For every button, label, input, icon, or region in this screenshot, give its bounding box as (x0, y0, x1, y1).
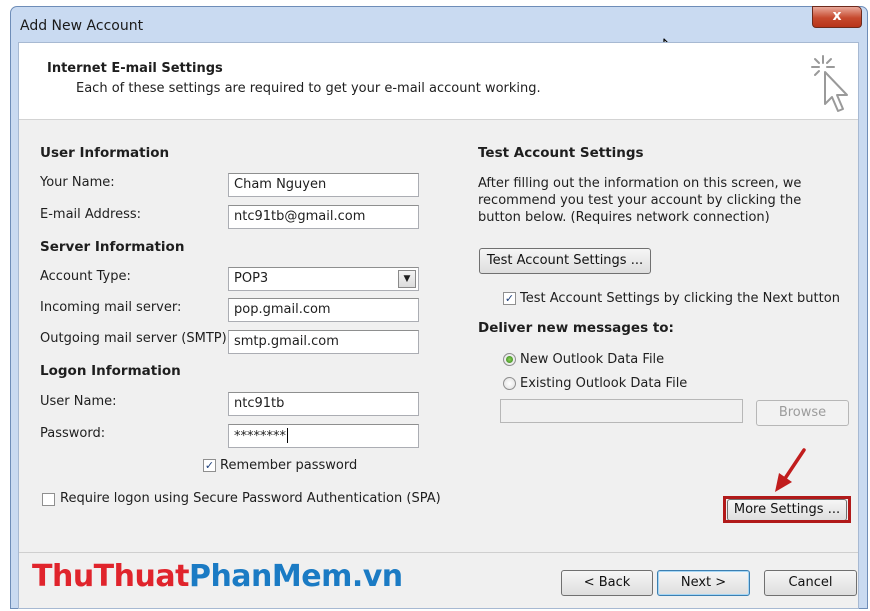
server-information-heading: Server Information (40, 239, 185, 255)
close-button[interactable]: x (812, 6, 862, 28)
password-label: Password: (40, 426, 106, 441)
existing-data-file-label[interactable]: Existing Outlook Data File (520, 376, 687, 391)
remember-password-label[interactable]: Remember password (220, 458, 357, 473)
browse-button[interactable]: Browse (756, 400, 849, 426)
new-data-file-label[interactable]: New Outlook Data File (520, 352, 664, 367)
watermark-part2: PhanMem.vn (188, 559, 403, 594)
user-name-label: User Name: (40, 394, 117, 409)
user-name-field[interactable]: ntc91tb (228, 392, 419, 416)
page-subtitle: Each of these settings are required to g… (76, 81, 541, 96)
window-title: Add New Account (20, 18, 144, 34)
email-address-label: E-mail Address: (40, 207, 142, 222)
logon-information-heading: Logon Information (40, 363, 181, 379)
footer-separator (19, 552, 858, 553)
remember-password-checkbox[interactable]: ✓ (203, 459, 216, 472)
watermark-part1: ThuThuat (32, 559, 189, 594)
password-value: ******** (234, 429, 286, 444)
test-by-next-label[interactable]: Test Account Settings by clicking the Ne… (520, 291, 840, 306)
new-data-file-radio[interactable] (503, 353, 516, 366)
spa-checkbox[interactable] (42, 493, 55, 506)
spa-label[interactable]: Require logon using Secure Password Auth… (60, 491, 441, 506)
account-type-select[interactable]: POP3 ▼ (228, 267, 419, 291)
incoming-server-label: Incoming mail server: (40, 300, 182, 315)
text-caret (287, 428, 288, 443)
your-name-label: Your Name: (40, 175, 115, 190)
watermark-logo: ThuThuatPhanMem.vn (32, 557, 403, 597)
existing-data-file-radio[interactable] (503, 377, 516, 390)
test-by-next-checkbox[interactable]: ✓ (503, 292, 516, 305)
close-icon: x (832, 8, 842, 24)
test-account-settings-button[interactable]: Test Account Settings ... (479, 248, 651, 274)
next-button[interactable]: Next > (657, 570, 750, 596)
deliver-messages-heading: Deliver new messages to: (478, 320, 674, 336)
page-title: Internet E-mail Settings (47, 61, 223, 76)
user-information-heading: User Information (40, 145, 170, 161)
email-address-field[interactable]: ntc91tb@gmail.com (228, 205, 419, 229)
annotation-arrow-icon (775, 448, 806, 492)
existing-data-file-path[interactable] (500, 399, 743, 423)
outgoing-server-field[interactable]: smtp.gmail.com (228, 330, 419, 354)
click-cursor-icon (811, 55, 848, 112)
highlight-box (723, 496, 851, 523)
your-name-field[interactable]: Cham Nguyen (228, 173, 419, 197)
account-type-label: Account Type: (40, 269, 131, 284)
dropdown-arrow-icon[interactable]: ▼ (398, 270, 416, 288)
cancel-button[interactable]: Cancel (764, 570, 857, 596)
test-account-heading: Test Account Settings (478, 145, 644, 161)
account-type-value: POP3 (234, 271, 269, 286)
test-account-description: After filling out the information on thi… (478, 176, 802, 225)
password-field[interactable]: ******** (228, 424, 419, 448)
back-button[interactable]: < Back (561, 570, 653, 596)
incoming-server-field[interactable]: pop.gmail.com (228, 298, 419, 322)
outgoing-server-label: Outgoing mail server (SMTP): (40, 331, 232, 346)
dialog-client-area (18, 42, 859, 609)
